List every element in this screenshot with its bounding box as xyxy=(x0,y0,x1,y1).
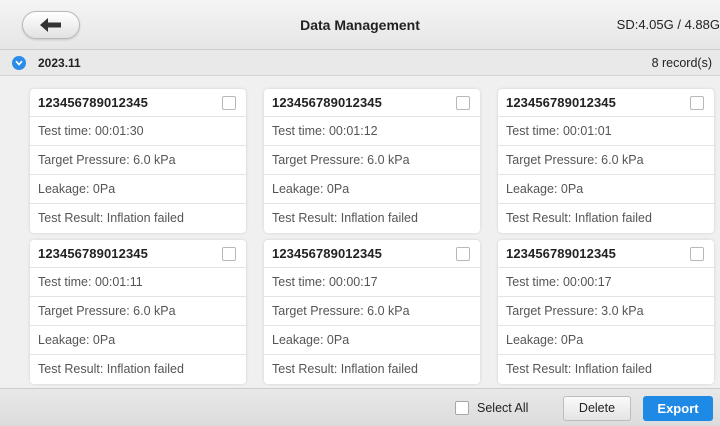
record-test-result: Test Result: Inflation failed xyxy=(506,211,652,225)
record-card-header: 123456789012345 xyxy=(30,89,246,117)
record-leakage: Leakage: 0Pa xyxy=(264,175,480,204)
group-date-label: 2023.11 xyxy=(38,56,81,70)
record-grid: 123456789012345 Test time: 00:01:30 Targ… xyxy=(0,76,720,384)
record-test-result: Test Result: Inflation failed xyxy=(38,362,184,376)
record-target-pressure: Target Pressure: 3.0 kPa xyxy=(498,297,714,326)
record-card[interactable]: 123456789012345 Test time: 00:00:17 Targ… xyxy=(264,240,480,384)
record-test-result: Test Result: Inflation failed xyxy=(506,362,652,376)
record-target-pressure: Target Pressure: 6.0 kPa xyxy=(264,297,480,326)
select-all-toggle[interactable]: Select All xyxy=(455,400,528,416)
page-title: Data Management xyxy=(300,17,420,33)
record-test-time: Test time: 00:00:17 xyxy=(498,268,714,297)
record-leakage: Leakage: 0Pa xyxy=(30,326,246,355)
record-checkbox[interactable] xyxy=(222,96,236,110)
select-all-label: Select All xyxy=(477,401,529,415)
record-target-pressure: Target Pressure: 6.0 kPa xyxy=(498,146,714,175)
record-test-result: Test Result: Inflation failed xyxy=(272,211,418,225)
record-card-header: 123456789012345 xyxy=(264,240,480,268)
record-card[interactable]: 123456789012345 Test time: 00:01:11 Targ… xyxy=(30,240,246,384)
record-card[interactable]: 123456789012345 Test time: 00:01:01 Targ… xyxy=(498,89,714,233)
record-checkbox[interactable] xyxy=(456,96,470,110)
bottom-toolbar: Select All Delete Export xyxy=(0,388,720,426)
record-leakage: Leakage: 0Pa xyxy=(498,326,714,355)
record-leakage: Leakage: 0Pa xyxy=(30,175,246,204)
record-card[interactable]: 123456789012345 Test time: 00:01:30 Targ… xyxy=(30,89,246,233)
record-card-header: 123456789012345 xyxy=(30,240,246,268)
record-test-time: Test time: 00:01:11 xyxy=(30,268,246,297)
record-card-header: 123456789012345 xyxy=(264,89,480,117)
record-card-header: 123456789012345 xyxy=(498,89,714,117)
chevron-down-icon[interactable] xyxy=(12,56,26,70)
record-checkbox[interactable] xyxy=(222,247,236,261)
record-checkbox[interactable] xyxy=(690,247,704,261)
storage-indicator: SD:4.05G / 4.88G xyxy=(616,17,720,32)
record-test-time: Test time: 00:01:12 xyxy=(264,117,480,146)
record-test-time: Test time: 00:00:17 xyxy=(264,268,480,297)
group-header[interactable]: 2023.11 8 record(s) xyxy=(0,50,720,76)
record-target-pressure: Target Pressure: 6.0 kPa xyxy=(30,146,246,175)
delete-button[interactable]: Delete xyxy=(563,396,631,421)
record-target-pressure: Target Pressure: 6.0 kPa xyxy=(30,297,246,326)
record-checkbox[interactable] xyxy=(456,247,470,261)
record-id: 123456789012345 xyxy=(272,95,382,110)
export-button[interactable]: Export xyxy=(643,396,713,421)
record-target-pressure: Target Pressure: 6.0 kPa xyxy=(264,146,480,175)
top-bar: Data Management SD:4.05G / 4.88G xyxy=(0,0,720,50)
select-all-checkbox[interactable] xyxy=(455,401,469,415)
record-count: 8 record(s) xyxy=(651,56,712,70)
record-card[interactable]: 123456789012345 Test time: 00:01:12 Targ… xyxy=(264,89,480,233)
record-test-time: Test time: 00:01:01 xyxy=(498,117,714,146)
record-test-result: Test Result: Inflation failed xyxy=(272,362,418,376)
record-id: 123456789012345 xyxy=(506,95,616,110)
record-id: 123456789012345 xyxy=(38,246,148,261)
record-leakage: Leakage: 0Pa xyxy=(264,326,480,355)
record-card[interactable]: 123456789012345 Test time: 00:00:17 Targ… xyxy=(498,240,714,384)
record-id: 123456789012345 xyxy=(506,246,616,261)
record-checkbox[interactable] xyxy=(690,96,704,110)
record-leakage: Leakage: 0Pa xyxy=(498,175,714,204)
record-id: 123456789012345 xyxy=(272,246,382,261)
record-card-header: 123456789012345 xyxy=(498,240,714,268)
record-id: 123456789012345 xyxy=(38,95,148,110)
record-test-result: Test Result: Inflation failed xyxy=(38,211,184,225)
record-test-time: Test time: 00:01:30 xyxy=(30,117,246,146)
